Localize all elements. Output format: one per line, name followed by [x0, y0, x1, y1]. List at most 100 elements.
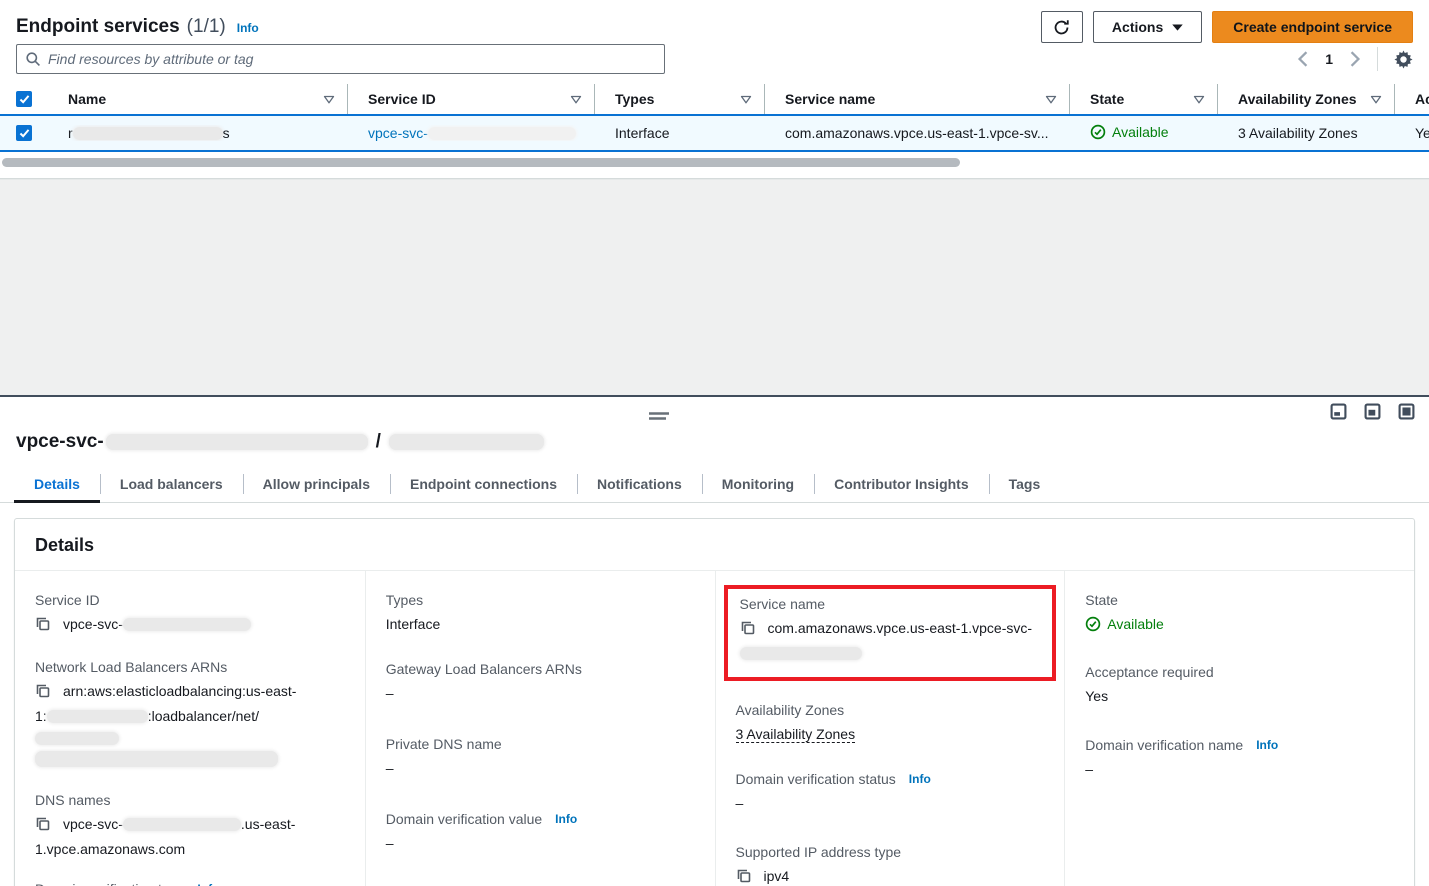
availability-zones-popover-link[interactable]: 3 Availability Zones — [1238, 125, 1358, 141]
column-header-service-name[interactable]: Service name — [765, 84, 1070, 114]
field-supported-ip-type: Supported IP address type ipv4 — [736, 844, 1045, 886]
column-label: Service name — [785, 91, 1045, 107]
column-header-name[interactable]: Name — [48, 84, 348, 114]
tab-details[interactable]: Details — [14, 468, 100, 502]
column-label: Name — [68, 91, 323, 107]
detail-tabs: Details Load balancers Allow principals … — [0, 468, 1429, 503]
check-circle-icon — [1090, 124, 1106, 140]
service-id-prefix: vpce-svc- — [368, 125, 428, 141]
next-page-icon[interactable] — [1349, 51, 1361, 67]
field-domain-verification-status: Domain verification status Info – — [736, 771, 1045, 814]
tab-allow-principals[interactable]: Allow principals — [243, 468, 390, 502]
redacted-panel-service-name — [389, 434, 544, 450]
tab-endpoint-connections[interactable]: Endpoint connections — [390, 468, 577, 502]
column-header-state[interactable]: State — [1070, 84, 1218, 114]
horizontal-scrollbar-thumb[interactable] — [2, 158, 960, 167]
field-value: Available — [1085, 613, 1385, 638]
table-row[interactable]: rs vpce-svc- Interface com.amazonaws.vpc… — [0, 114, 1429, 152]
info-link[interactable]: Info — [909, 772, 931, 786]
info-link[interactable]: Info — [555, 812, 577, 826]
sort-icon[interactable] — [323, 95, 335, 104]
title-info-link[interactable]: Info — [237, 21, 259, 35]
tab-load-balancers[interactable]: Load balancers — [100, 468, 243, 502]
sort-icon[interactable] — [1193, 95, 1205, 104]
sort-icon[interactable] — [570, 95, 582, 104]
column-label: Acceptance required — [1415, 91, 1429, 107]
field-service-name: Service name com.amazonaws.vpce.us-east-… — [740, 596, 1041, 664]
tab-monitoring[interactable]: Monitoring — [702, 468, 814, 502]
select-all-checkbox[interactable] — [16, 91, 32, 107]
field-value: ipv4 — [736, 865, 1036, 886]
state-label: Available — [1107, 613, 1164, 635]
page-title: Endpoint services — [16, 16, 180, 38]
column-label: Service ID — [368, 91, 570, 107]
panel-title-service-id-prefix: vpce-svc- — [16, 431, 104, 453]
dns-name-line2: 1.vpce.amazonaws.com — [35, 841, 185, 857]
field-value: – — [386, 832, 686, 854]
field-domain-verification-name: Domain verification name Info – — [1085, 737, 1394, 780]
search-input[interactable] — [48, 51, 656, 67]
search-box[interactable] — [16, 44, 665, 74]
field-label: Availability Zones — [736, 702, 1045, 718]
refresh-button[interactable] — [1041, 11, 1083, 43]
field-value: – — [736, 792, 1036, 814]
split-panel-drag-handle-icon[interactable] — [648, 408, 670, 426]
field-value: vpce-svc-.us-east- 1.vpce.amazonaws.com — [35, 813, 335, 860]
sort-icon[interactable] — [1045, 95, 1057, 104]
redacted-account-id — [47, 710, 148, 723]
create-endpoint-service-button[interactable]: Create endpoint service — [1212, 11, 1413, 43]
copy-icon[interactable] — [35, 683, 51, 705]
caret-down-icon — [1172, 24, 1183, 31]
details-column-1: Service ID vpce-svc- Network Load Balanc… — [15, 571, 365, 886]
column-header-availability-zones[interactable]: Availability Zones — [1218, 84, 1395, 114]
column-header-types[interactable]: Types — [595, 84, 765, 114]
details-column-3: Service name com.amazonaws.vpce.us-east-… — [715, 571, 1065, 886]
previous-page-icon[interactable] — [1297, 51, 1309, 67]
search-icon — [25, 51, 41, 67]
field-label: Service name — [740, 596, 1041, 612]
availability-zones-popover-link[interactable]: 3 Availability Zones — [736, 726, 856, 743]
panel-fullscreen-icon[interactable] — [1398, 403, 1415, 420]
redacted-lb-name — [35, 732, 119, 745]
service-id-value-prefix: vpce-svc- — [63, 616, 123, 632]
sort-icon[interactable] — [740, 95, 752, 104]
tab-notifications[interactable]: Notifications — [577, 468, 702, 502]
copy-icon[interactable] — [740, 620, 756, 642]
supported-ip-value: ipv4 — [764, 868, 790, 884]
details-card: Details Service ID vpce-svc- Network Loa… — [14, 518, 1415, 886]
row-checkbox[interactable] — [16, 125, 32, 141]
field-label: State — [1085, 592, 1394, 608]
copy-icon[interactable] — [736, 868, 752, 886]
tab-contributor-insights[interactable]: Contributor Insights — [814, 468, 989, 502]
table-settings-gear-icon[interactable] — [1394, 50, 1413, 69]
current-page-number[interactable]: 1 — [1325, 51, 1333, 67]
service-id-link[interactable]: vpce-svc- — [368, 125, 576, 141]
copy-icon[interactable] — [35, 616, 51, 638]
actions-button[interactable]: Actions — [1093, 11, 1202, 43]
tab-tags[interactable]: Tags — [989, 468, 1061, 502]
cell-availability-zones: 3 Availability Zones — [1218, 125, 1395, 141]
check-circle-icon — [1085, 616, 1101, 632]
panel-position-side-icon[interactable] — [1364, 403, 1381, 420]
nlb-arn-line2-mid: :loadbalancer/net/ — [148, 708, 259, 724]
info-link[interactable]: Info — [1256, 738, 1278, 752]
details-column-4: State Available Acceptance required — [1064, 571, 1414, 886]
horizontal-scrollbar — [0, 152, 1429, 172]
field-private-dns-name: Private DNS name – — [386, 736, 695, 779]
field-label: Supported IP address type — [736, 844, 1045, 860]
copy-icon[interactable] — [35, 816, 51, 838]
redacted-service-name-tail — [740, 647, 862, 660]
field-glb-arns: Gateway Load Balancers ARNs – — [386, 661, 695, 704]
redacted-panel-service-id — [106, 434, 368, 450]
info-link[interactable]: Info — [197, 882, 219, 886]
column-header-acceptance-required[interactable]: Acceptance required — [1395, 84, 1429, 114]
pagination-divider — [1377, 47, 1378, 71]
actions-button-label: Actions — [1112, 19, 1163, 35]
redacted-name — [73, 127, 223, 140]
panel-position-bottom-icon[interactable] — [1330, 403, 1347, 420]
split-panel-title: vpce-svc- / — [0, 431, 1429, 453]
column-header-service-id[interactable]: Service ID — [348, 84, 595, 114]
sort-icon[interactable] — [1370, 95, 1382, 104]
field-acceptance-required: Acceptance required Yes — [1085, 664, 1394, 707]
table-header-row: Name Service ID Types Service name — [0, 84, 1429, 114]
